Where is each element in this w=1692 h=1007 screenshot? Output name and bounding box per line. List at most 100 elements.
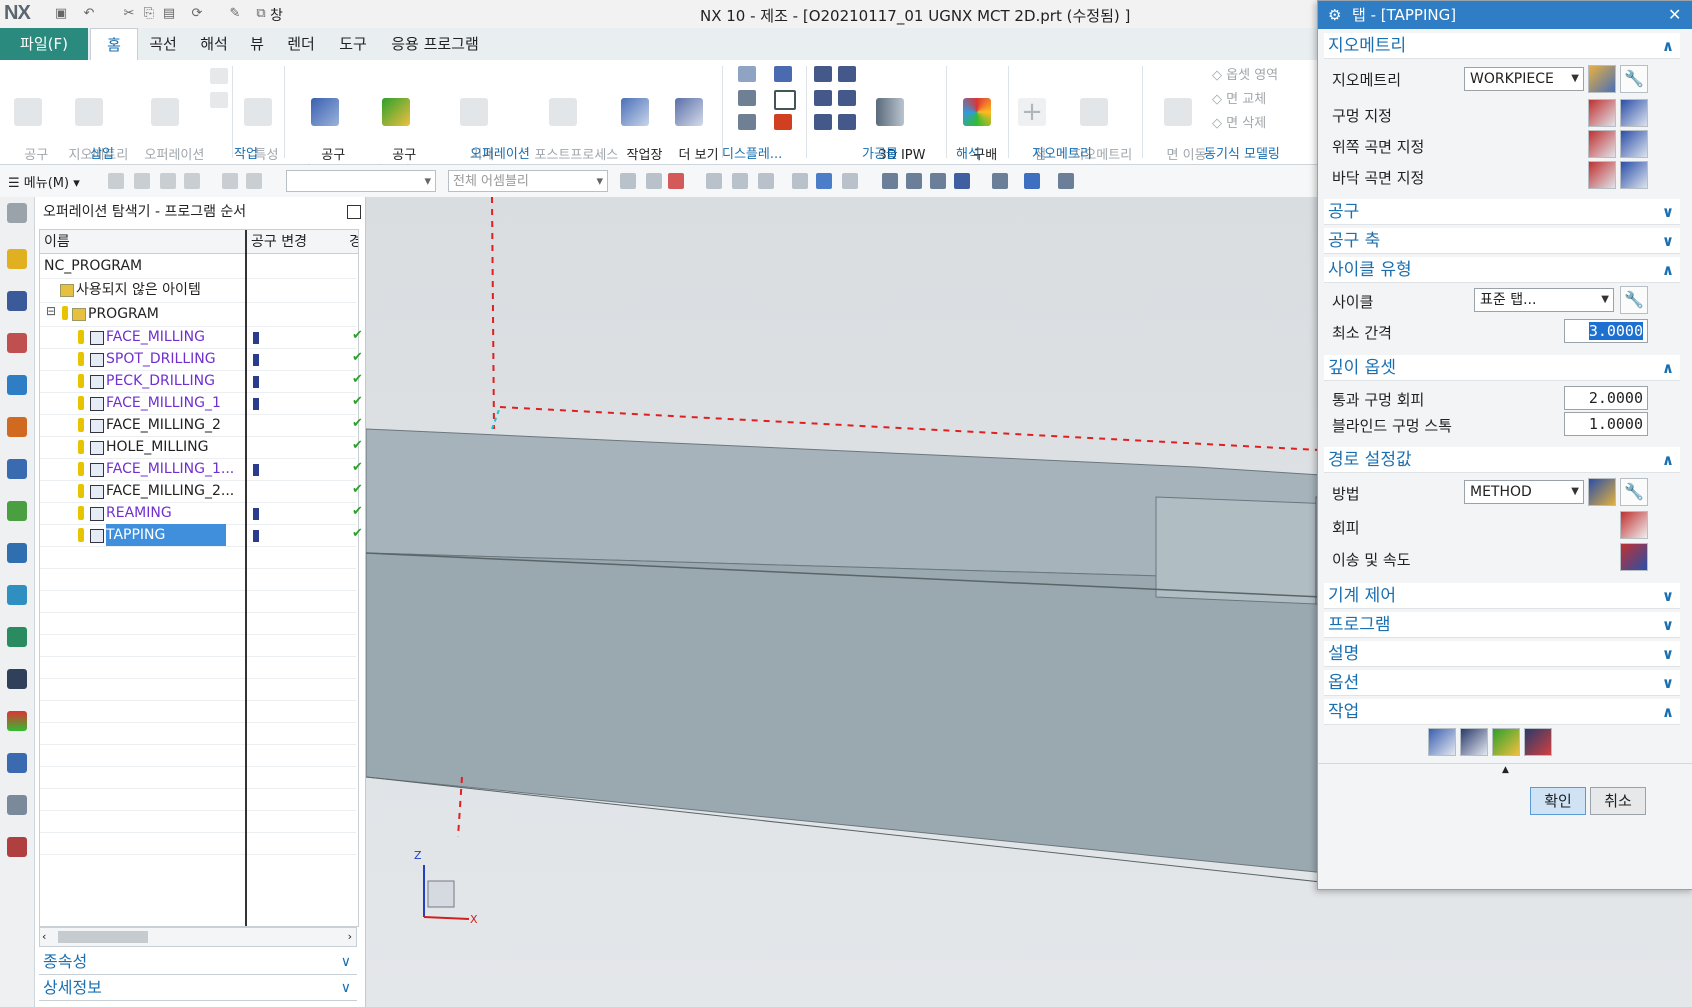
view-icon-6[interactable] bbox=[1024, 173, 1040, 189]
window-icon[interactable]: ⧉ bbox=[252, 5, 270, 23]
collapse-icon[interactable]: ⊟ bbox=[46, 304, 56, 318]
through-hole-clearance-input[interactable]: 2.0000 bbox=[1564, 386, 1648, 410]
palette-icon[interactable] bbox=[7, 711, 27, 731]
operation-row[interactable]: FACE_MILLING_2 ✔ bbox=[40, 414, 363, 437]
column-header-tool-change[interactable]: 공구 변경 bbox=[247, 230, 345, 254]
section-program[interactable]: 프로그램 ∨ bbox=[1324, 612, 1680, 638]
snap-icon-6[interactable] bbox=[246, 173, 262, 189]
workpiece-icon-1[interactable] bbox=[814, 66, 832, 82]
selection-icon-5[interactable] bbox=[732, 173, 748, 189]
insert-small-icon-2[interactable] bbox=[210, 92, 228, 108]
robot-icon[interactable] bbox=[7, 795, 27, 815]
system-materials-icon[interactable] bbox=[7, 753, 27, 773]
display-icon-5[interactable] bbox=[738, 114, 756, 130]
clock-icon[interactable] bbox=[7, 669, 27, 689]
view-icon-3[interactable] bbox=[930, 173, 946, 189]
section-cycle-type[interactable]: 사이클 유형 ∧ bbox=[1324, 257, 1680, 283]
blind-hole-stock-input[interactable]: 1.0000 bbox=[1564, 412, 1648, 436]
delete-face-button[interactable]: ◇ 면 삭제 bbox=[1212, 112, 1266, 131]
section-depth-offsets[interactable]: 깊이 옵셋 ∧ bbox=[1324, 355, 1680, 381]
section-description[interactable]: 설명 ∨ bbox=[1324, 641, 1680, 667]
move-face-button[interactable]: 면 이동 bbox=[1150, 64, 1207, 181]
paste-icon[interactable]: ▤ bbox=[160, 5, 178, 23]
view-icon-1[interactable] bbox=[882, 173, 898, 189]
tree-row-unused-items[interactable]: 사용되지 않은 아이템 bbox=[40, 278, 356, 303]
assembly-filter-select[interactable]: 전체 어셈블리 ▾ bbox=[448, 170, 608, 192]
save-icon[interactable]: ▣ bbox=[52, 5, 70, 23]
tab-curve[interactable]: 곡선 bbox=[138, 28, 188, 60]
cancel-button[interactable]: 취소 bbox=[1590, 787, 1646, 815]
gear-icon[interactable]: ⚙ bbox=[1328, 1, 1341, 29]
maximize-icon[interactable] bbox=[347, 205, 361, 219]
selection-icon-7[interactable] bbox=[792, 173, 808, 189]
more-button[interactable]: 더 보기 bbox=[662, 64, 719, 181]
operation-row[interactable]: FACE_MILLING ✔ bbox=[40, 326, 363, 349]
assembly-navigator-icon[interactable] bbox=[7, 249, 27, 269]
roles-icon[interactable] bbox=[7, 501, 27, 521]
part-navigator-icon[interactable] bbox=[7, 333, 27, 353]
feeds-and-speeds-button[interactable] bbox=[1620, 543, 1648, 571]
section-machine-control[interactable]: 기계 제어 ∨ bbox=[1324, 583, 1680, 609]
point-button[interactable]: + 점 bbox=[1014, 64, 1050, 181]
replay-action-button[interactable] bbox=[1460, 728, 1488, 756]
operation-row[interactable]: SPOT_DRILLING ✔ bbox=[40, 348, 363, 371]
section-path-settings[interactable]: 경로 설정값 ∧ bbox=[1324, 447, 1680, 473]
verify-action-button[interactable] bbox=[1492, 728, 1520, 756]
selection-icon-3[interactable] bbox=[668, 173, 684, 189]
operation-row[interactable]: FACE_MILLING_2... ✔ bbox=[40, 480, 363, 503]
operation-row[interactable]: PECK_DRILLING ✔ bbox=[40, 370, 363, 393]
section-tool[interactable]: 공구 ∨ bbox=[1324, 199, 1680, 225]
tab-render[interactable]: 렌더 bbox=[276, 28, 326, 60]
minimum-clearance-input[interactable]: 3.0000 bbox=[1564, 319, 1648, 343]
edit-method-button[interactable]: 🔧 bbox=[1620, 478, 1648, 506]
tab-analysis[interactable]: 해석 bbox=[188, 28, 240, 60]
book-icon[interactable] bbox=[7, 837, 27, 857]
workpiece-icon-5[interactable] bbox=[814, 114, 832, 130]
avoidance-button[interactable] bbox=[1620, 511, 1648, 539]
edit-geometry-button[interactable]: 🔧 bbox=[1620, 65, 1648, 93]
selection-icon-6[interactable] bbox=[758, 173, 774, 189]
tab-application[interactable]: 응용 프로그램 bbox=[380, 28, 490, 60]
scrollbar-thumb[interactable] bbox=[58, 931, 148, 943]
settings-icon[interactable] bbox=[7, 203, 27, 223]
selection-icon-2[interactable] bbox=[646, 173, 662, 189]
copy-icon[interactable]: ⎘ bbox=[140, 5, 158, 23]
operation-row[interactable]: FACE_MILLING_1 ✔ bbox=[40, 392, 363, 415]
view-icon-2[interactable] bbox=[906, 173, 922, 189]
constraint-navigator-icon[interactable] bbox=[7, 291, 27, 311]
view-icon-7[interactable] bbox=[1058, 173, 1074, 189]
reuse-library-icon[interactable] bbox=[7, 459, 27, 479]
tab-view[interactable]: 뷰 bbox=[240, 28, 274, 60]
snap-icon-2[interactable] bbox=[134, 173, 150, 189]
tab-home[interactable]: 홈 bbox=[90, 28, 138, 61]
display-holes-button[interactable] bbox=[1620, 99, 1648, 127]
operation-row[interactable]: HOLE_MILLING ✔ bbox=[40, 436, 363, 459]
new-geometry-button[interactable] bbox=[1588, 65, 1616, 93]
column-header-path[interactable]: 경 bbox=[345, 230, 358, 254]
snap-icon-4[interactable] bbox=[184, 173, 200, 189]
window-menu[interactable]: 창 bbox=[270, 5, 283, 25]
scroll-left-icon[interactable]: ‹ bbox=[42, 928, 46, 946]
process-studio-icon[interactable] bbox=[7, 585, 27, 605]
specify-top-surface-button[interactable] bbox=[1588, 130, 1616, 158]
ok-button[interactable]: 확인 bbox=[1530, 787, 1586, 815]
details-section[interactable]: 상세정보 ∨ bbox=[39, 975, 357, 1001]
horizontal-scrollbar[interactable]: ‹ › bbox=[39, 927, 357, 947]
menu-button[interactable]: ☰ 메뉴(M) ▾ bbox=[8, 172, 80, 191]
snap-icon-1[interactable] bbox=[108, 173, 124, 189]
list-action-button[interactable] bbox=[1524, 728, 1552, 756]
section-actions[interactable]: 작업 ∧ bbox=[1324, 699, 1680, 725]
selection-icon-4[interactable] bbox=[706, 173, 722, 189]
display-bottom-surface-button[interactable] bbox=[1620, 161, 1648, 189]
column-header-name[interactable]: 이름 bbox=[40, 230, 245, 254]
operation-navigator-icon[interactable] bbox=[7, 375, 27, 395]
repeat-command-icon[interactable]: ⟳ bbox=[188, 5, 206, 23]
cycle-select[interactable]: 표준 탭... ▼ bbox=[1474, 288, 1614, 312]
view-icon-5[interactable] bbox=[992, 173, 1008, 189]
selection-icon-9[interactable] bbox=[842, 173, 858, 189]
replace-face-button[interactable]: ◇ 면 교체 bbox=[1212, 88, 1266, 107]
workpiece-icon-2[interactable] bbox=[838, 66, 856, 82]
workpiece-icon-3[interactable] bbox=[814, 90, 832, 106]
workpiece-icon-4[interactable] bbox=[838, 90, 856, 106]
type-filter-select[interactable]: ▾ bbox=[286, 170, 436, 192]
